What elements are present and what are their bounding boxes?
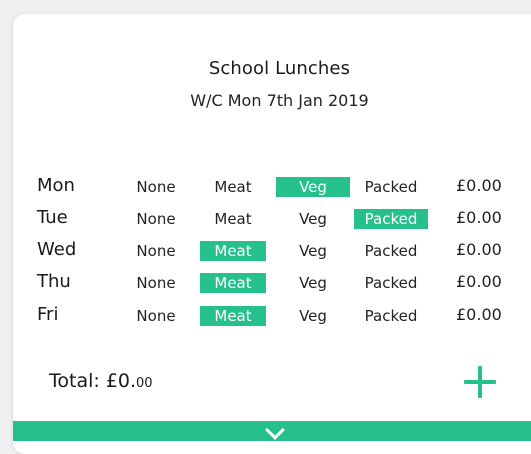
- option-meat[interactable]: Meat: [200, 209, 266, 229]
- option-packed[interactable]: Packed: [354, 177, 428, 197]
- option-veg[interactable]: Veg: [276, 273, 350, 293]
- day-price: £0.00: [456, 272, 502, 291]
- option-none[interactable]: None: [122, 209, 190, 229]
- option-packed[interactable]: Packed: [354, 306, 428, 326]
- day-price: £0.00: [456, 208, 502, 227]
- lunch-card: School Lunches W/C Mon 7th Jan 2019 Mon …: [13, 14, 531, 454]
- day-row-wed: Wed None Meat Veg Packed £0.00: [13, 238, 531, 262]
- option-meat[interactable]: Meat: [200, 241, 266, 261]
- option-veg[interactable]: Veg: [276, 177, 350, 197]
- day-price: £0.00: [456, 305, 502, 324]
- option-meat[interactable]: Meat: [200, 306, 266, 326]
- option-none[interactable]: None: [122, 273, 190, 293]
- day-price: £0.00: [456, 176, 502, 195]
- chevron-down-icon: [265, 420, 285, 440]
- day-row-mon: Mon None Meat Veg Packed £0.00: [13, 174, 531, 198]
- option-packed[interactable]: Packed: [354, 209, 428, 229]
- total-label: Total: £0.: [49, 370, 137, 392]
- day-label: Thu: [37, 271, 71, 292]
- option-none[interactable]: None: [122, 177, 190, 197]
- expand-button[interactable]: [13, 420, 531, 441]
- week-subtitle: W/C Mon 7th Jan 2019: [190, 91, 369, 110]
- day-label: Tue: [37, 207, 68, 228]
- day-row-tue: Tue None Meat Veg Packed £0.00: [13, 206, 531, 230]
- day-row-thu: Thu None Meat Veg Packed £0.00: [13, 270, 531, 294]
- option-meat[interactable]: Meat: [200, 273, 266, 293]
- total-amount: Total: £0.00: [49, 370, 153, 392]
- day-price: £0.00: [456, 240, 502, 259]
- option-veg[interactable]: Veg: [276, 209, 350, 229]
- day-label: Wed: [37, 239, 77, 260]
- option-veg[interactable]: Veg: [276, 241, 350, 261]
- option-meat[interactable]: Meat: [200, 177, 266, 197]
- card-title: School Lunches: [208, 58, 351, 79]
- option-none[interactable]: None: [122, 241, 190, 261]
- option-packed[interactable]: Packed: [354, 273, 428, 293]
- plus-icon[interactable]: [461, 363, 499, 401]
- day-label: Mon: [37, 175, 75, 196]
- option-packed[interactable]: Packed: [354, 241, 428, 261]
- day-label: Fri: [37, 304, 59, 325]
- option-none[interactable]: None: [122, 306, 190, 326]
- option-veg[interactable]: Veg: [276, 306, 350, 326]
- day-row-fri: Fri None Meat Veg Packed £0.00: [13, 303, 531, 327]
- total-pence: 00: [136, 376, 153, 391]
